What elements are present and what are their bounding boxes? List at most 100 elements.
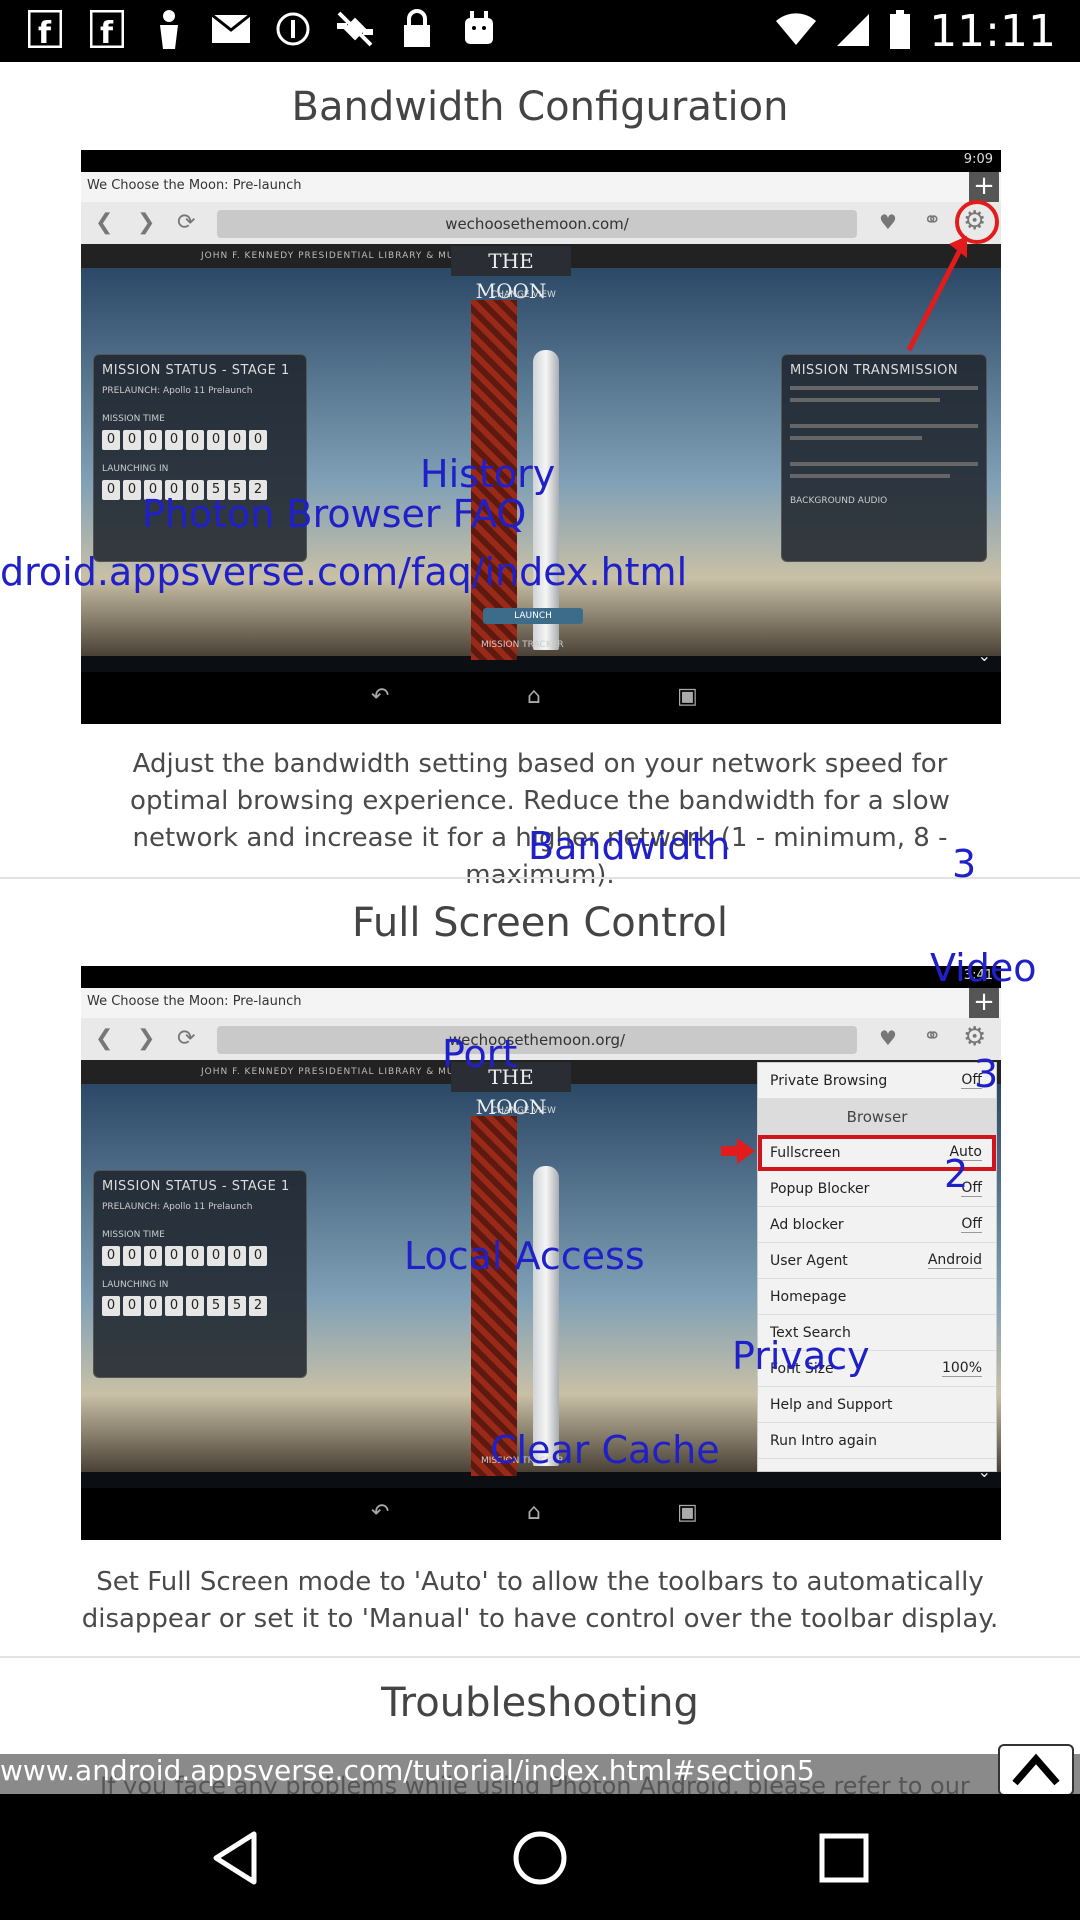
link-preview-url: www.android.appsverse.com/tutorial/index… [0, 1754, 815, 1787]
settings-row-user-agent: User Agent Android [758, 1243, 996, 1279]
overlay-bandwidth[interactable]: Bandwidth [528, 824, 730, 868]
shot-logo: THE MOON [451, 246, 571, 303]
android-icon [458, 8, 500, 50]
recents-nav-icon: ▣ [677, 1500, 698, 1525]
back-icon: ❮ [95, 1026, 114, 1051]
chevron-down-icon: ⌄ [977, 1462, 991, 1481]
link-preview-bar: If you face any problems while using Pho… [0, 1754, 1080, 1794]
settings-row-help: Help and Support [758, 1387, 996, 1423]
section-title-bandwidth: Bandwidth Configuration [291, 84, 789, 130]
prelaunch-label: PRELAUNCH: Apollo 11 Prelaunch [102, 386, 253, 396]
back-nav-icon: ↶ [371, 1500, 390, 1525]
back-button[interactable] [206, 1826, 270, 1890]
info-icon [272, 8, 314, 50]
rocket [533, 350, 559, 650]
overlay-bandwidth-value[interactable]: 3 [952, 842, 976, 886]
shot-tab-title: We Choose the Moon: Pre-launch [87, 994, 302, 1009]
lock-icon [396, 8, 438, 50]
launch-button-image: LAUNCH [483, 608, 583, 624]
plus-icon: + [969, 988, 999, 1018]
overlay-video[interactable]: Video [930, 946, 1036, 990]
shot-nav-bar: ↶ ⌂ ▣ ⌄ [81, 1462, 1001, 1540]
bandwidth-description: Adjust the bandwidth setting based on yo… [130, 749, 950, 890]
wifi-icon [775, 12, 817, 51]
svg-text:f: f [38, 16, 52, 48]
forward-icon: ❯ [137, 1026, 156, 1051]
panel-title: MISSION TRANSMISSION [790, 363, 959, 378]
mission-time-digits: 00000000 [102, 1246, 298, 1266]
overlay-local-access[interactable]: Local Access [404, 1234, 645, 1278]
change-view-label: CHANGE VIEW [491, 290, 556, 300]
settings-row-ad-blocker: Ad blocker Off [758, 1207, 996, 1243]
battery-icon [889, 9, 911, 54]
overlay-history[interactable]: History [420, 452, 555, 496]
red-arrow-icon [906, 200, 999, 352]
screenshot-bandwidth: 9:09 We Choose the Moon: Pre-launch + ❮ … [81, 150, 1001, 724]
settings-row-homepage: Homepage [758, 1279, 996, 1315]
overlay-clear-cache[interactable]: Clear Cache [490, 1428, 720, 1472]
overlay-port[interactable]: Port [442, 1032, 517, 1076]
mission-transmission-panel: MISSION TRANSMISSION BACKGROUND AUDIO [781, 354, 987, 562]
overlay-privacy[interactable]: Privacy [732, 1334, 870, 1378]
mission-tracker-label: MISSION TRACKER [481, 640, 564, 650]
notification-icons: f f [24, 8, 500, 50]
section-title-troubleshooting: Troubleshooting [381, 1680, 699, 1726]
launch-digits: 00000552 [102, 1296, 298, 1316]
launching-in-label: LAUNCHING IN [102, 1280, 169, 1290]
no-signal-icon [334, 8, 376, 50]
refresh-icon: ⟳ [177, 1026, 196, 1051]
system-nav-bar [0, 1794, 1080, 1920]
facebook-icon: f [86, 8, 128, 50]
mission-time-label: MISSION TIME [102, 1230, 165, 1240]
mission-time-digits: 00000000 [102, 430, 298, 450]
divider [0, 1656, 1080, 1658]
change-view-label: CHANGE VIEW [491, 1106, 556, 1116]
back-icon: ❮ [95, 210, 114, 235]
panel-title: MISSION STATUS - STAGE 1 [102, 363, 290, 378]
status-right: 11:11 [775, 6, 1056, 57]
background-audio-label: BACKGROUND AUDIO [790, 496, 888, 506]
section-title-fullscreen: Full Screen Control [352, 900, 728, 946]
overlay-port-value[interactable]: 3 [974, 1052, 998, 1096]
overlay-faq-url[interactable]: droid.appsverse.com/faq/index.html [0, 550, 687, 594]
mail-icon [210, 8, 252, 50]
launch-tower [471, 1116, 517, 1476]
launching-in-label: LAUNCHING IN [102, 464, 169, 474]
overlay-two[interactable]: 2 [944, 1152, 968, 1196]
forward-icon: ❯ [137, 210, 156, 235]
person-icon [148, 8, 190, 50]
plus-icon: + [969, 172, 999, 202]
prelaunch-label: PRELAUNCH: Apollo 11 Prelaunch [102, 1202, 253, 1212]
clock: 11:11 [929, 6, 1056, 57]
heart-icon: ♥ [879, 1026, 897, 1050]
fullscreen-description: Set Full Screen mode to 'Auto' to allow … [81, 1567, 999, 1634]
heart-icon: ♥ [879, 210, 897, 234]
signal-icon [835, 12, 871, 52]
rocket [533, 1166, 559, 1466]
home-nav-icon: ⌂ [527, 1500, 541, 1525]
home-nav-icon: ⌂ [527, 684, 541, 709]
facebook-icon: f [24, 8, 66, 50]
shot-status-time: 9:09 [963, 152, 993, 167]
panel-title: MISSION STATUS - STAGE 1 [102, 1179, 290, 1194]
chevron-up-icon [1012, 1753, 1060, 1786]
home-button[interactable] [508, 1826, 572, 1890]
back-nav-icon: ↶ [371, 684, 390, 709]
settings-row-private-browsing: Private Browsing Off [758, 1063, 996, 1099]
overlay-faq[interactable]: Photon Browser FAQ [142, 492, 526, 536]
recents-button[interactable] [812, 1826, 876, 1890]
recents-nav-icon: ▣ [677, 684, 698, 709]
svg-text:f: f [100, 16, 114, 48]
mission-status-panel: MISSION STATUS - STAGE 1 PRELAUNCH: Apol… [93, 1170, 307, 1378]
status-bar: f f 11:11 [0, 0, 1080, 62]
globe-icon: ⚭ [923, 1024, 942, 1049]
gear-icon: ⚙ [963, 1022, 987, 1052]
tutorial-page[interactable]: Bandwidth Configuration 9:09 We Choose t… [0, 62, 1080, 1794]
shot-nav-bar: ↶ ⌂ ▣ ⌄ [81, 646, 1001, 724]
shot-tab-title: We Choose the Moon: Pre-launch [87, 178, 302, 193]
chevron-down-icon: ⌄ [977, 646, 991, 665]
divider [0, 877, 1080, 879]
shot-url: wechoosethemoon.com/ [217, 210, 857, 238]
scroll-to-top-button[interactable] [998, 1744, 1074, 1796]
mission-time-label: MISSION TIME [102, 414, 165, 424]
